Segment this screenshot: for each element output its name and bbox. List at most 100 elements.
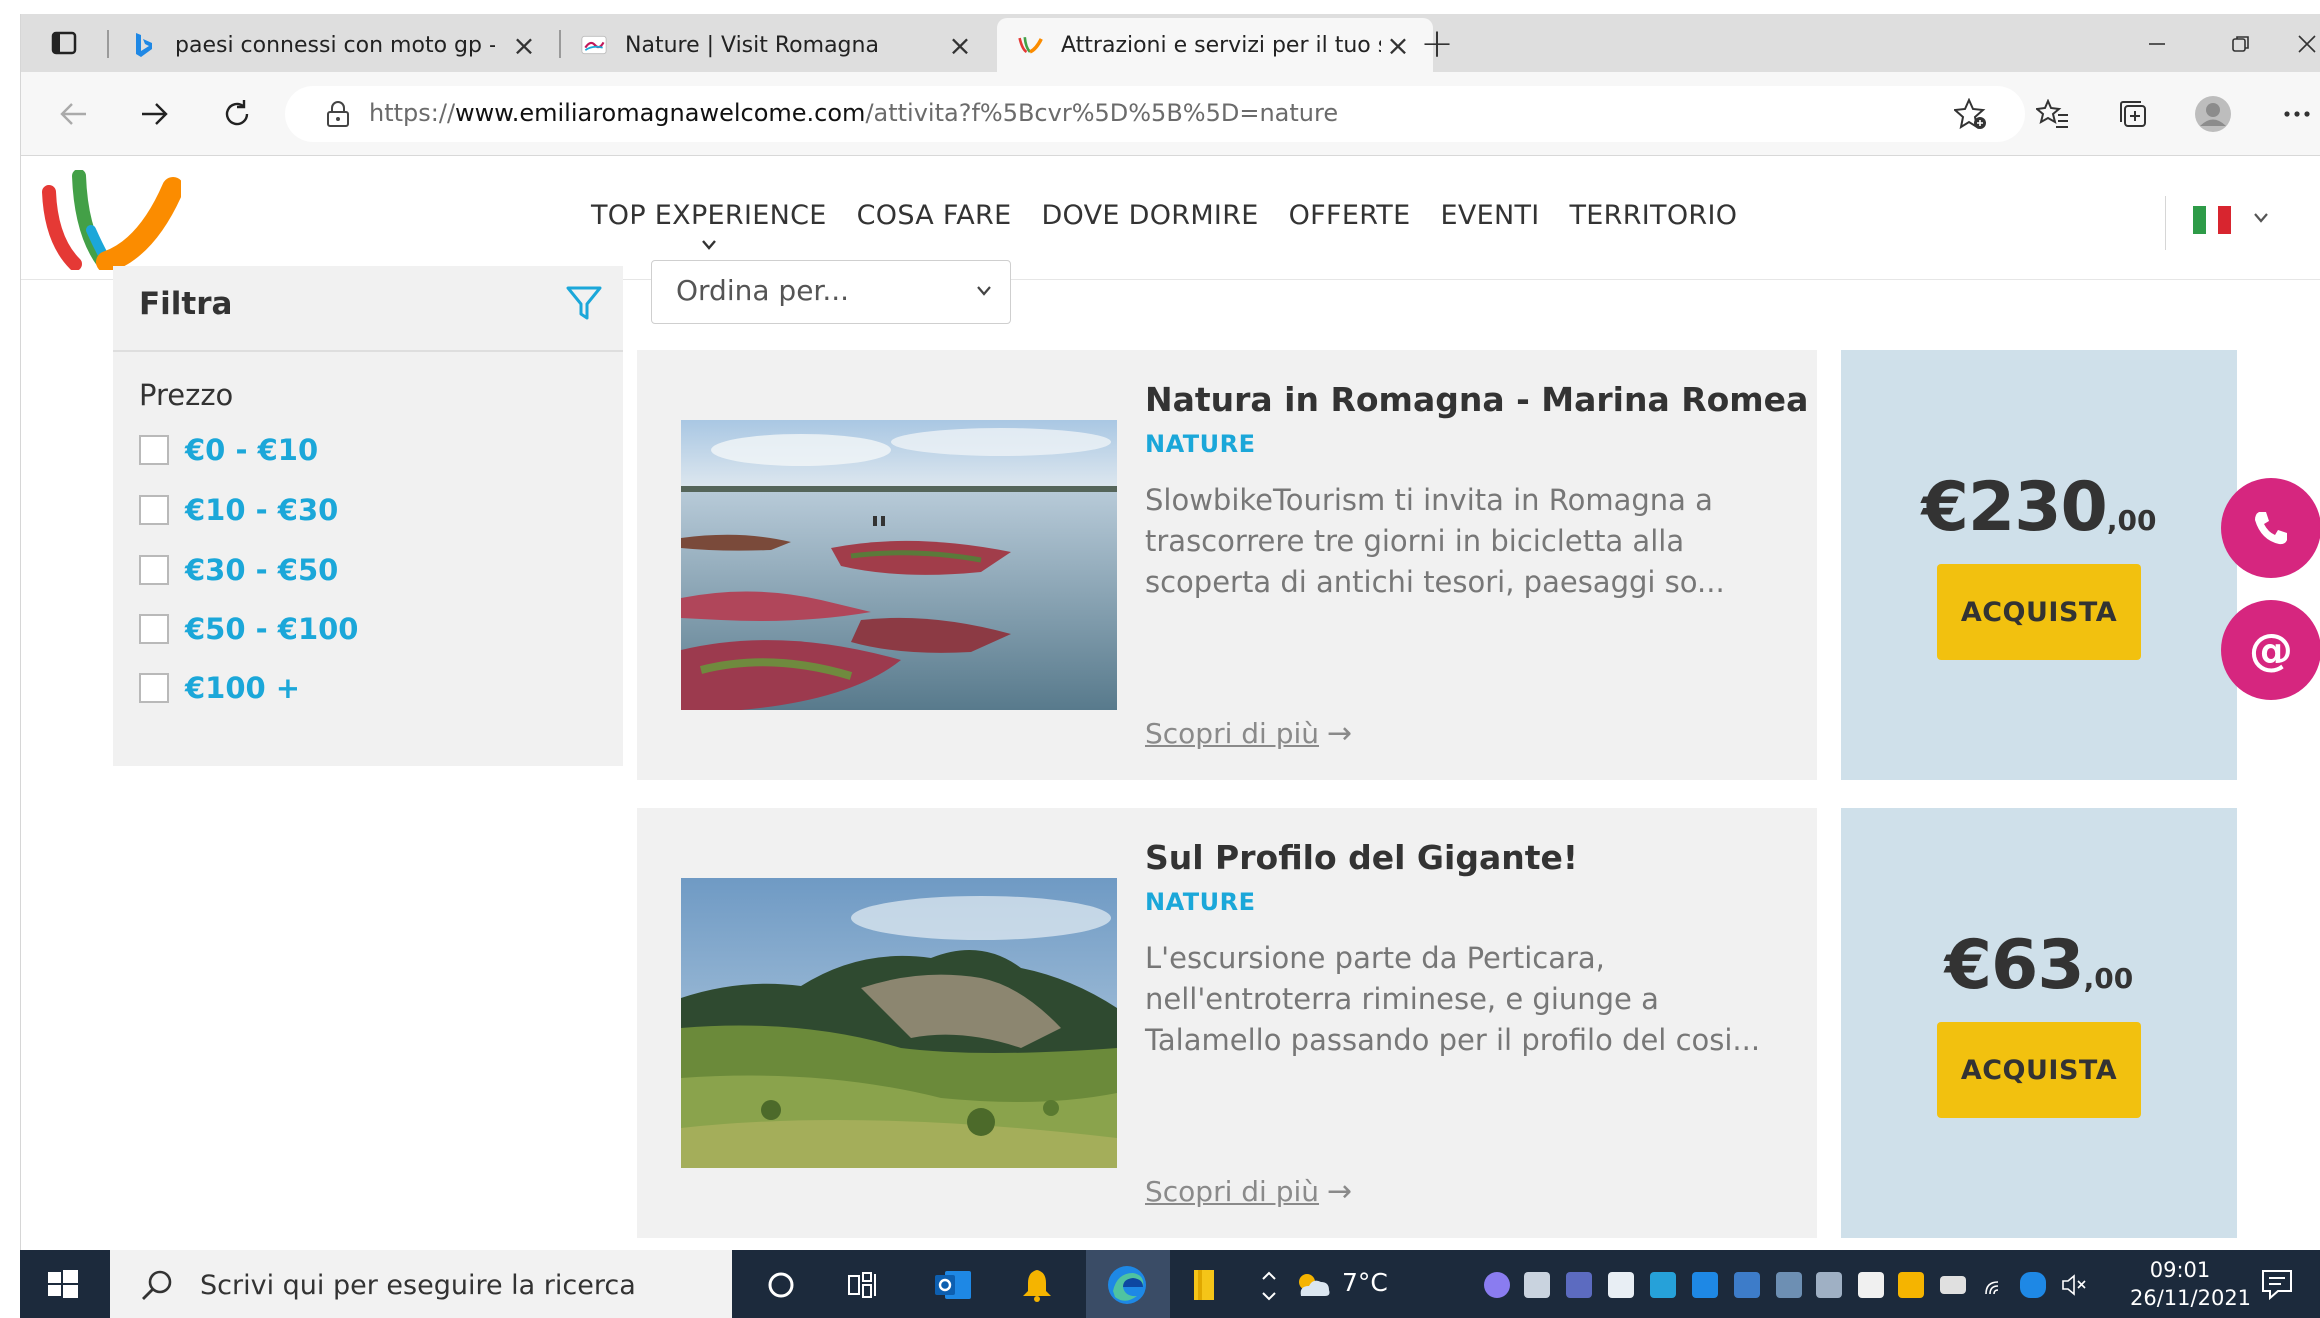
at-icon: @ — [2249, 624, 2293, 676]
nav-eventi[interactable]: EVENTI — [1440, 200, 1539, 231]
tray-app-icon[interactable] — [1484, 1272, 1510, 1298]
phone-button[interactable] — [2221, 478, 2320, 578]
cortana-icon[interactable] — [758, 1262, 804, 1308]
onedrive-icon[interactable] — [1734, 1272, 1760, 1298]
nav-territorio[interactable]: TERRITORIO — [1570, 200, 1738, 231]
teams-icon[interactable] — [1566, 1272, 1592, 1298]
lagoon-photo[interactable] — [681, 420, 1117, 710]
price-option[interactable]: €100 + — [139, 668, 300, 708]
weather-temperature[interactable]: 7°C — [1342, 1268, 1388, 1297]
result-card: Sul Profilo del Gigante! NATURE L'escurs… — [637, 808, 1817, 1238]
learn-more-link[interactable]: Scopri di più → — [1145, 716, 1352, 751]
site-logo[interactable] — [41, 169, 184, 273]
file-explorer-icon[interactable] — [1182, 1262, 1228, 1308]
chevron-down-icon[interactable] — [2253, 212, 2269, 224]
card-title[interactable]: Natura in Romagna - Marina Romea — [1145, 380, 1808, 419]
close-tab-icon[interactable]: × — [509, 29, 539, 62]
volume-muted-icon[interactable] — [2060, 1272, 2086, 1298]
card-category[interactable]: NATURE — [1145, 888, 1256, 916]
tab-actions-icon[interactable] — [47, 26, 81, 60]
add-favorite-icon[interactable] — [1949, 92, 1993, 136]
price: €230,00 — [1921, 468, 2157, 547]
result-card: Natura in Romagna - Marina Romea NATURE … — [637, 350, 1817, 780]
tab-title: Nature | Visit Romagna — [625, 32, 879, 58]
learn-more-link[interactable]: Scopri di più → — [1145, 1174, 1352, 1209]
show-hidden-icons[interactable] — [1256, 1262, 1282, 1308]
tab-visit-romagna[interactable]: Nature | Visit Romagna × — [561, 18, 991, 72]
checkbox[interactable] — [139, 673, 169, 703]
outlook-tray-icon[interactable] — [1692, 1272, 1718, 1298]
favorites-icon[interactable] — [2031, 92, 2075, 136]
action-center-icon[interactable] — [2260, 1268, 2294, 1300]
email-button[interactable]: @ — [2221, 600, 2320, 700]
task-view-icon[interactable] — [840, 1262, 886, 1308]
security-icon[interactable] — [1858, 1272, 1884, 1298]
close-tab-icon[interactable]: × — [945, 29, 975, 62]
tab-bing[interactable]: paesi connessi con moto gp - Bi × — [131, 18, 555, 72]
price: €63,00 — [1944, 926, 2134, 1005]
mountain-photo[interactable] — [681, 878, 1117, 1168]
tray-app-icon[interactable] — [1776, 1272, 1802, 1298]
card-category[interactable]: NATURE — [1145, 430, 1256, 458]
price-option[interactable]: €30 - €50 — [139, 550, 338, 590]
bing-icon — [131, 32, 157, 58]
buy-button[interactable]: ACQUISTA — [1937, 1022, 2141, 1118]
bluetooth-icon[interactable] — [2020, 1272, 2046, 1298]
refresh-icon[interactable] — [217, 94, 257, 134]
profile-avatar-icon[interactable] — [2191, 92, 2235, 136]
lock-tray-icon[interactable] — [1898, 1272, 1924, 1298]
checkbox[interactable] — [139, 435, 169, 465]
windows-start-icon[interactable] — [42, 1264, 82, 1304]
clock[interactable]: 09:01 26/11/2021 — [2130, 1256, 2251, 1312]
back-icon[interactable] — [53, 94, 93, 134]
site-header: TOP EXPERIENCE COSA FARE DOVE DORMIRE OF… — [21, 156, 2320, 280]
edge-icon[interactable] — [1104, 1262, 1150, 1308]
tab-attrazioni[interactable]: Attrazioni e servizi per il tuo sog × — [997, 18, 1433, 72]
price-box: €63,00 ACQUISTA — [1841, 808, 2237, 1238]
phone-icon — [2255, 512, 2287, 545]
search-icon — [142, 1270, 172, 1300]
address-bar: https://www.emiliaromagnawelcome.com/att… — [21, 72, 2320, 156]
nav-dove-dormire[interactable]: DOVE DORMIRE — [1041, 200, 1258, 231]
card-title[interactable]: Sul Profilo del Gigante! — [1145, 838, 1578, 877]
wifi-icon[interactable] — [1982, 1272, 2008, 1298]
price-option[interactable]: €50 - €100 — [139, 609, 358, 649]
skype-icon[interactable] — [1650, 1272, 1676, 1298]
checkbox[interactable] — [139, 495, 169, 525]
emilia-romagna-icon — [1017, 32, 1043, 58]
nav-top-experience[interactable]: TOP EXPERIENCE — [591, 200, 827, 250]
outlook-icon[interactable] — [930, 1262, 976, 1308]
display-icon[interactable] — [1816, 1272, 1842, 1298]
notification-bell-icon[interactable] — [1014, 1262, 1060, 1308]
divider — [2165, 196, 2166, 250]
more-menu-icon[interactable] — [2275, 92, 2319, 136]
arrow-right-icon: → — [1327, 716, 1353, 751]
url-field[interactable]: https://www.emiliaromagnawelcome.com/att… — [285, 86, 2025, 142]
forward-icon[interactable] — [135, 94, 175, 134]
taskbar-search[interactable]: Scrivi qui per eseguire la ricerca — [110, 1250, 732, 1318]
checkbox[interactable] — [139, 555, 169, 585]
taskbar: Scrivi qui per eseguire la ricerca 7°C 0… — [20, 1250, 2320, 1318]
sort-select[interactable]: Ordina per... — [651, 260, 1011, 324]
lock-icon[interactable] — [325, 100, 353, 128]
nav-cosa-fare[interactable]: COSA FARE — [857, 200, 1012, 231]
price-option[interactable]: €10 - €30 — [139, 490, 338, 530]
restore-icon[interactable] — [2221, 24, 2261, 64]
nav-offerte[interactable]: OFFERTE — [1289, 200, 1411, 231]
new-tab-button[interactable]: + — [1417, 21, 1457, 67]
close-window-icon[interactable] — [2287, 24, 2320, 64]
weather-cloud-icon[interactable] — [1290, 1262, 1336, 1308]
minimize-icon[interactable] — [2137, 24, 2177, 64]
collections-icon[interactable] — [2111, 92, 2155, 136]
filter-title: Filtra — [139, 286, 233, 322]
tray-app-icon[interactable] — [1524, 1272, 1550, 1298]
it-flag-icon[interactable] — [2193, 206, 2232, 234]
checkbox[interactable] — [139, 614, 169, 644]
buy-button[interactable]: ACQUISTA — [1937, 564, 2141, 660]
filter-icon[interactable] — [565, 284, 603, 322]
battery-icon[interactable] — [1940, 1276, 1966, 1294]
price-option[interactable]: €0 - €10 — [139, 430, 318, 470]
chevron-down-icon — [977, 286, 991, 296]
tray-app-icon[interactable] — [1608, 1272, 1634, 1298]
close-tab-icon[interactable]: × — [1383, 29, 1413, 62]
